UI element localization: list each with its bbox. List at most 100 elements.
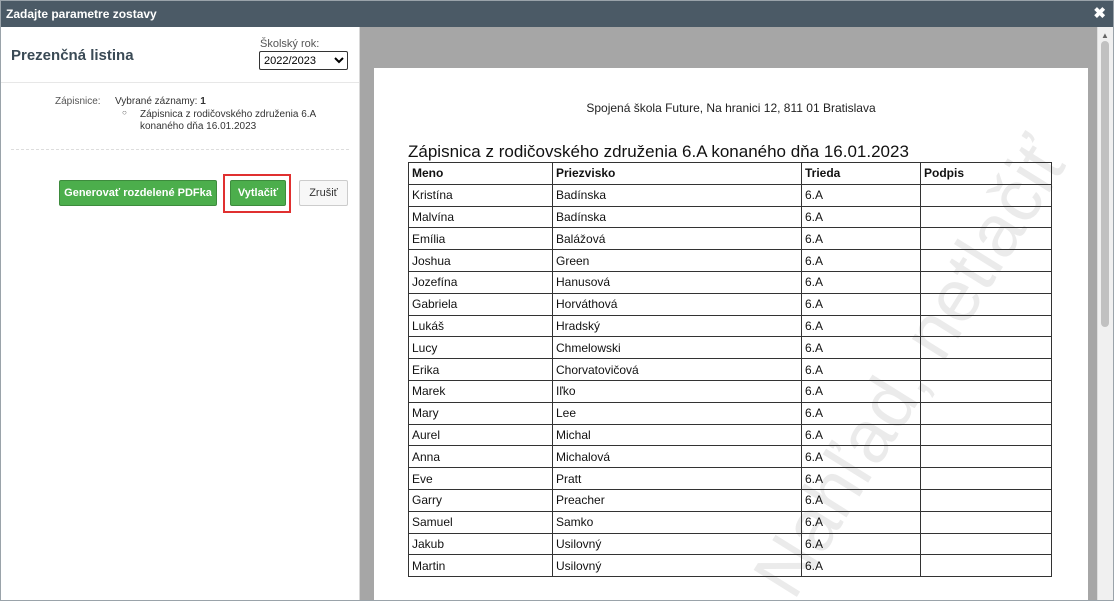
cell-meno: Gabriela — [408, 292, 553, 316]
cell-trieda: 6.A — [801, 445, 921, 469]
cell-meno: Anna — [408, 445, 553, 469]
cell-trieda: 6.A — [801, 314, 921, 338]
cell-trieda: 6.A — [801, 423, 921, 447]
dashed-divider — [11, 149, 349, 150]
cell-podpis — [920, 532, 1052, 556]
cell-trieda: 6.A — [801, 249, 921, 272]
cell-meno: Jakub — [408, 532, 553, 556]
cell-meno: Garry — [408, 488, 553, 512]
column-header-priezvisko: Priezvisko — [552, 162, 802, 185]
table-row: Gabriela Horváthová 6.A — [408, 292, 1052, 316]
table-row: Eve Pratt 6.A — [408, 467, 1052, 490]
table-row: Erika Chorvatovičová 6.A — [408, 358, 1052, 381]
cell-priezvisko: Usilovný — [552, 554, 802, 578]
cancel-button[interactable]: Zrušiť — [299, 180, 348, 206]
table-row: Martin Usilovný 6.A — [408, 554, 1052, 578]
cell-priezvisko: Preacher — [552, 488, 802, 512]
cell-trieda: 6.A — [801, 510, 921, 534]
table-row: Jakub Usilovný 6.A — [408, 532, 1052, 556]
table-row: Samuel Samko 6.A — [408, 510, 1052, 534]
column-header-trieda: Trieda — [801, 162, 921, 185]
table-row: Aurel Michal 6.A — [408, 423, 1052, 447]
cell-priezvisko: Samko — [552, 510, 802, 534]
cell-podpis — [920, 358, 1052, 381]
cell-trieda: 6.A — [801, 379, 921, 403]
cell-trieda: 6.A — [801, 227, 921, 251]
cell-podpis — [920, 205, 1052, 229]
cell-meno: Lucy — [408, 336, 553, 360]
cell-podpis — [920, 510, 1052, 534]
cell-trieda: 6.A — [801, 336, 921, 360]
print-button[interactable]: Vytlačiť — [230, 180, 286, 206]
scroll-up-arrow-icon[interactable]: ▲ — [1101, 31, 1109, 40]
table-row: Emília Balážová 6.A — [408, 227, 1052, 251]
cell-trieda: 6.A — [801, 358, 921, 381]
cell-meno: Lukáš — [408, 314, 553, 338]
table-row: Lucy Chmelowski 6.A — [408, 336, 1052, 360]
cell-podpis — [920, 249, 1052, 272]
cell-podpis — [920, 423, 1052, 447]
cell-priezvisko: Lee — [552, 401, 802, 425]
cell-priezvisko: Chmelowski — [552, 336, 802, 360]
cell-priezvisko: Michalová — [552, 445, 802, 469]
selected-records-label: Vybrané záznamy: — [115, 96, 198, 107]
cell-podpis — [920, 183, 1052, 207]
cell-trieda: 6.A — [801, 183, 921, 207]
report-preview-area[interactable]: Nahľad, netlačiť Spojená škola Future, N… — [360, 27, 1113, 600]
scrollbar-thumb[interactable] — [1101, 41, 1109, 327]
generate-split-pdfs-button[interactable]: Generovať rozdelené PDFka — [59, 180, 217, 206]
table-header-row: Meno Priezvisko Trieda Podpis — [408, 162, 1052, 185]
cell-priezvisko: Chorvatovičová — [552, 358, 802, 381]
criteria-label: Zápisnice: — [55, 96, 101, 107]
cell-priezvisko: Iľko — [552, 379, 802, 403]
column-header-podpis: Podpis — [920, 162, 1052, 185]
cell-priezvisko: Michal — [552, 423, 802, 447]
table-row: Lukáš Hradský 6.A — [408, 314, 1052, 338]
cell-podpis — [920, 467, 1052, 490]
cell-meno: Samuel — [408, 510, 553, 534]
close-icon[interactable]: ✖ — [1093, 4, 1106, 22]
cell-meno: Marek — [408, 379, 553, 403]
cell-trieda: 6.A — [801, 488, 921, 512]
bullet-icon: ○ — [122, 108, 127, 117]
cell-priezvisko: Pratt — [552, 467, 802, 490]
selected-record-item: Zápisnica z rodičovského združenia 6.A k… — [140, 109, 316, 132]
cell-podpis — [920, 292, 1052, 316]
cell-trieda: 6.A — [801, 292, 921, 316]
cell-trieda: 6.A — [801, 554, 921, 578]
cell-trieda: 6.A — [801, 532, 921, 556]
school-year-select[interactable]: 2022/2023 — [259, 51, 348, 70]
cell-podpis — [920, 401, 1052, 425]
cell-priezvisko: Usilovný — [552, 532, 802, 556]
cell-trieda: 6.A — [801, 401, 921, 425]
divider — [1, 82, 359, 83]
cell-priezvisko: Balážová — [552, 227, 802, 251]
cell-podpis — [920, 336, 1052, 360]
cell-meno: Martin — [408, 554, 553, 578]
table-row: Marek Iľko 6.A — [408, 379, 1052, 403]
cell-trieda: 6.A — [801, 205, 921, 229]
cell-priezvisko: Green — [552, 249, 802, 272]
preview-scrollbar[interactable]: ▲ — [1097, 27, 1113, 600]
table-row: Mary Lee 6.A — [408, 401, 1052, 425]
parameters-panel: Prezenčná listina Školský rok: 2022/2023… — [1, 27, 360, 600]
cell-meno: Malvína — [408, 205, 553, 229]
school-address: Spojená škola Future, Na hranici 12, 811… — [586, 101, 876, 115]
cell-priezvisko: Hanusová — [552, 270, 802, 294]
attendance-table: Meno Priezvisko Trieda Podpis Kristína Ba… — [408, 162, 1052, 578]
cell-podpis — [920, 445, 1052, 469]
cell-podpis — [920, 270, 1052, 294]
cell-meno: Kristína — [408, 183, 553, 207]
cell-trieda: 6.A — [801, 270, 921, 294]
school-year-label: Školský rok: — [260, 38, 320, 50]
cell-podpis — [920, 314, 1052, 338]
cell-priezvisko: Horváthová — [552, 292, 802, 316]
table-row: Joshua Green 6.A — [408, 249, 1052, 272]
cell-priezvisko: Badínska — [552, 205, 802, 229]
table-row: Garry Preacher 6.A — [408, 488, 1052, 512]
document-title: Zápisnica z rodičovského združenia 6.A k… — [408, 142, 909, 161]
cell-meno: Eve — [408, 467, 553, 490]
cell-podpis — [920, 379, 1052, 403]
cell-trieda: 6.A — [801, 467, 921, 490]
column-header-meno: Meno — [408, 162, 553, 185]
